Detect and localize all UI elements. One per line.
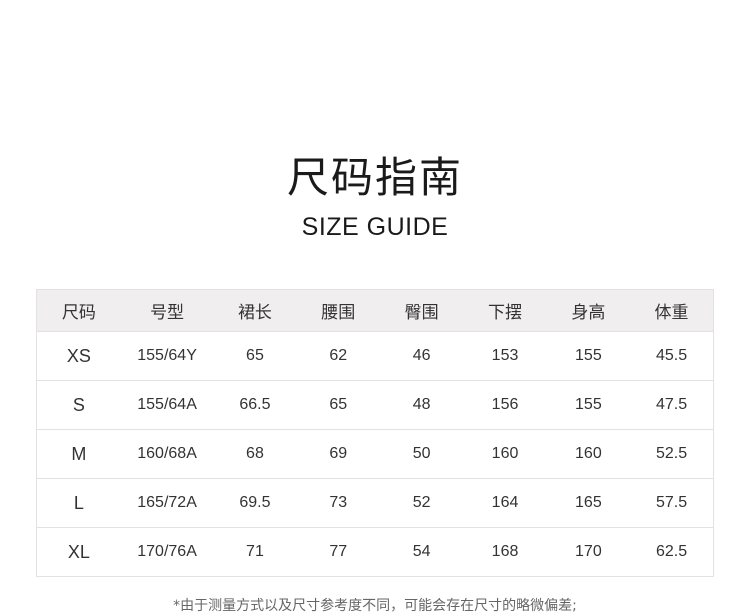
header-model: 号型 [120,289,214,332]
weight-cell: 52.5 [630,429,714,479]
header-waist: 腰围 [296,289,380,332]
waist-cell: 65 [296,380,380,430]
size-cell: XS [36,331,121,381]
hip-cell: 50 [379,429,464,479]
table-row: L 165/72A 69.5 73 52 164 165 57.5 [36,478,714,528]
model-cell: 165/72A [120,478,214,528]
header-skirt-length: 裙长 [213,289,297,332]
header-hem: 下摆 [463,289,547,332]
table-row: XL 170/76A 71 77 54 168 170 62.5 [36,527,714,577]
table-row: XS 155/64Y 65 62 46 153 155 45.5 [36,331,714,381]
header-hip: 臀围 [379,289,464,332]
height-cell: 155 [546,380,631,430]
header-height: 身高 [546,289,631,332]
waist-cell: 62 [296,331,380,381]
waist-cell: 73 [296,478,380,528]
page-title: 尺码指南 [286,153,463,202]
size-cell: S [36,380,121,430]
size-cell: L [36,478,121,528]
hem-cell: 153 [463,331,547,381]
weight-cell: 45.5 [630,331,714,381]
hip-cell: 54 [379,527,464,577]
model-cell: 155/64Y [120,331,214,381]
table-header-row: 尺码 号型 裙长 腰围 臀围 下摆 身高 体重 [36,289,714,332]
hem-cell: 156 [463,380,547,430]
skirt-length-cell: 69.5 [213,478,297,528]
weight-cell: 62.5 [630,527,714,577]
hem-cell: 160 [463,429,547,479]
header-size: 尺码 [36,289,121,332]
header-weight: 体重 [630,289,714,332]
skirt-length-cell: 68 [213,429,297,479]
weight-cell: 57.5 [630,478,714,528]
hip-cell: 48 [379,380,464,430]
table-row: S 155/64A 66.5 65 48 156 155 47.5 [36,380,714,430]
footnote: *由于测量方式以及尺寸参考度不同，可能会存在尺寸的略微偏差; [173,598,577,614]
weight-cell: 47.5 [630,380,714,430]
height-cell: 160 [546,429,631,479]
height-cell: 165 [546,478,631,528]
height-cell: 170 [546,527,631,577]
page-subtitle: SIZE GUIDE [301,213,449,241]
height-cell: 155 [546,331,631,381]
hem-cell: 164 [463,478,547,528]
waist-cell: 77 [296,527,380,577]
model-cell: 160/68A [120,429,214,479]
table-row: M 160/68A 68 69 50 160 160 52.5 [36,429,714,479]
model-cell: 170/76A [120,527,214,577]
model-cell: 155/64A [120,380,214,430]
hip-cell: 46 [379,331,464,381]
hem-cell: 168 [463,527,547,577]
skirt-length-cell: 66.5 [213,380,297,430]
hip-cell: 52 [379,478,464,528]
size-table: 尺码 号型 裙长 腰围 臀围 下摆 身高 体重 XS 155/64Y 65 62… [36,289,714,577]
skirt-length-cell: 71 [213,527,297,577]
waist-cell: 69 [296,429,380,479]
size-cell: M [36,429,121,479]
size-cell: XL [36,527,121,577]
skirt-length-cell: 65 [213,331,297,381]
